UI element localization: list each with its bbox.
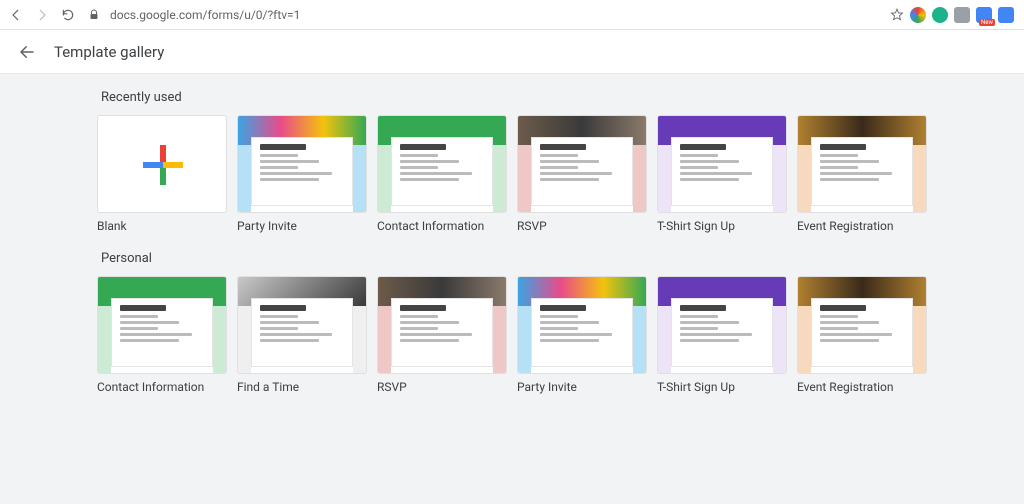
extension-icon[interactable] [954, 7, 970, 23]
page-header: Template gallery [0, 30, 1024, 74]
template-thumb [237, 276, 367, 374]
template-card[interactable]: Event Registration [797, 115, 927, 233]
template-thumb [797, 276, 927, 374]
address-bar[interactable]: docs.google.com/forms/u/0/?ftv=1 [106, 8, 884, 22]
template-card[interactable]: Party Invite [237, 115, 367, 233]
extension-icon[interactable] [932, 7, 948, 23]
template-card-label: Contact Information [97, 380, 227, 394]
section-label: Personal [101, 251, 927, 266]
template-card-label: Contact Information [377, 219, 507, 233]
template-card[interactable]: T-Shirt Sign Up [657, 115, 787, 233]
template-card[interactable]: Find a Time [237, 276, 367, 394]
template-thumb [517, 115, 647, 213]
template-row: Blank Party Invite Contact Information [97, 115, 927, 233]
nav-forward-button[interactable] [32, 5, 52, 25]
nav-back-button[interactable] [6, 5, 26, 25]
template-card[interactable]: Contact Information [97, 276, 227, 394]
template-thumb [377, 276, 507, 374]
extension-icon[interactable] [910, 7, 926, 23]
page-title: Template gallery [54, 43, 164, 61]
extension-tray: New [910, 7, 1014, 23]
extension-icon[interactable]: New [976, 7, 992, 23]
template-thumb [97, 115, 227, 213]
template-card-label: Party Invite [237, 219, 367, 233]
template-row: Contact Information Find a Time RSVP [97, 276, 927, 394]
template-card-label: Blank [97, 219, 227, 233]
section-label: Recently used [101, 90, 927, 105]
template-card-label: T-Shirt Sign Up [657, 380, 787, 394]
template-card-label: Party Invite [517, 380, 647, 394]
template-card-label: Find a Time [237, 380, 367, 394]
template-card[interactable]: Blank [97, 115, 227, 233]
template-thumb [657, 115, 787, 213]
template-thumb [97, 276, 227, 374]
template-thumb [237, 115, 367, 213]
template-card[interactable]: RSVP [377, 276, 507, 394]
gallery-content: Recently used Blank Party Invite [0, 74, 1024, 504]
template-card-label: RSVP [377, 380, 507, 394]
extension-icon[interactable] [998, 7, 1014, 23]
template-card[interactable]: Party Invite [517, 276, 647, 394]
template-card-label: RSVP [517, 219, 647, 233]
template-section: Recently used Blank Party Invite [97, 90, 927, 233]
template-card-label: Event Registration [797, 380, 927, 394]
template-card-label: Event Registration [797, 219, 927, 233]
template-card[interactable]: RSVP [517, 115, 647, 233]
nav-reload-button[interactable] [58, 5, 78, 25]
template-thumb [377, 115, 507, 213]
template-thumb [657, 276, 787, 374]
template-card[interactable]: Event Registration [797, 276, 927, 394]
template-section: Personal Contact Information Find a Time [97, 251, 927, 394]
lock-icon [88, 9, 100, 21]
template-thumb [517, 276, 647, 374]
template-card[interactable]: Contact Information [377, 115, 507, 233]
bookmark-star-icon[interactable] [890, 8, 904, 22]
template-card-label: T-Shirt Sign Up [657, 219, 787, 233]
template-card[interactable]: T-Shirt Sign Up [657, 276, 787, 394]
gallery-back-button[interactable] [18, 43, 36, 61]
template-thumb [797, 115, 927, 213]
browser-toolbar: docs.google.com/forms/u/0/?ftv=1 New [0, 0, 1024, 30]
